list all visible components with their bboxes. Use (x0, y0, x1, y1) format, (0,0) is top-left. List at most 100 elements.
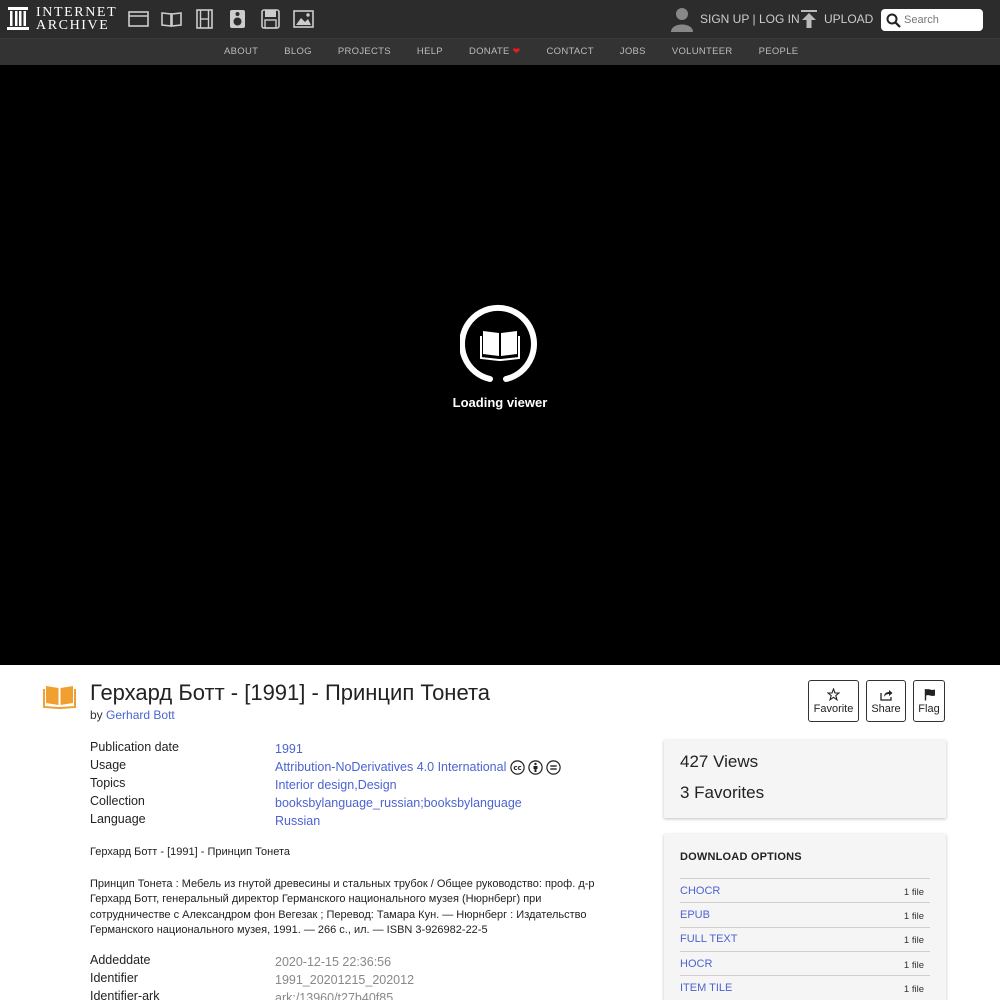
logo-line-2: ARCHIVE (36, 17, 110, 33)
images-icon[interactable] (293, 9, 314, 29)
license-link[interactable]: Attribution-NoDerivatives 4.0 Internatio… (275, 760, 506, 774)
stats-box: 427 Views 3 Favorites (664, 740, 946, 818)
item-metadata: Publication date 1991 Usage Attribution-… (90, 740, 562, 830)
upload-label: UPLOAD (824, 12, 874, 26)
share-icon (879, 689, 892, 701)
download-format-link[interactable]: FULL TEXT (680, 933, 737, 945)
download-row: CHOCR 1 file (680, 878, 930, 902)
log-in-link[interactable]: LOG IN (759, 12, 800, 26)
upload-icon (801, 10, 817, 28)
nav-contact[interactable]: CONTACT (546, 46, 593, 57)
texts-icon[interactable] (161, 9, 182, 29)
upload-button[interactable]: UPLOAD (800, 9, 873, 29)
secondary-nav: ABOUT BLOG PROJECTS HELP DONATE ❤ CONTACT… (0, 38, 1000, 65)
topic-link[interactable]: Design (358, 778, 397, 792)
texts-icon (43, 686, 76, 709)
nav-donate[interactable]: DONATE ❤ (469, 46, 521, 57)
nav-donate-label: DONATE (468, 46, 510, 57)
nav-about[interactable]: ABOUT (224, 46, 258, 57)
download-format-link[interactable]: CHOCR (680, 885, 720, 897)
description-paragraph: Принцип Тонета : Мебель из гнутой древес… (90, 877, 595, 937)
user-icon[interactable] (670, 6, 694, 32)
collection-link[interactable]: booksbylanguage_russian (275, 796, 420, 810)
item-metadata-extra: Addeddate 2020-12-15 22:36:56 Identifier… (90, 953, 414, 1000)
views-count: 427 Views (680, 752, 759, 771)
auth-separator: | (752, 12, 756, 26)
download-row: FULL TEXT 1 file (680, 926, 930, 951)
flag-icon (924, 688, 935, 700)
download-row: ITEM TILE 1 file (680, 975, 930, 999)
download-format-link[interactable]: ITEM TILE (680, 982, 732, 994)
attribution-icon (528, 759, 544, 775)
addeddate-label: Addeddate (90, 953, 151, 967)
download-format-link[interactable]: EPUB (680, 909, 710, 921)
download-file-count: 1 file (903, 886, 924, 898)
nav-projects[interactable]: PROJECTS (338, 46, 391, 57)
collection-label: Collection (90, 794, 145, 808)
metadata-row: Usage Attribution-NoDerivatives 4.0 Inte… (90, 758, 562, 776)
book-viewer[interactable]: Loading viewer (0, 65, 1000, 665)
metadata-row: Publication date 1991 (90, 740, 561, 758)
heart-icon: ❤ (512, 46, 521, 56)
nav-volunteer[interactable]: VOLUNTEER (672, 46, 733, 57)
identifier-value: 1991_20201215_202012 (275, 973, 415, 987)
flag-button[interactable]: Flag (913, 680, 945, 722)
no-derivatives-icon (546, 759, 562, 775)
share-label: Share (871, 702, 901, 715)
flag-label: Flag (918, 702, 940, 715)
usage-label: Usage (90, 758, 127, 772)
publication-date-link[interactable]: 1991 (275, 742, 303, 756)
download-options-title: DOWNLOAD OPTIONS (680, 851, 802, 863)
topic-link[interactable]: Interior design (275, 778, 354, 792)
svg-text:cc: cc (514, 764, 522, 772)
item-title: Герхард Ботт - [1991] - Принцип Тонета (90, 680, 491, 705)
nav-people[interactable]: PEOPLE (759, 46, 799, 57)
metadata-row: Identifier 1991_20201215_202012 (90, 971, 414, 989)
software-icon[interactable] (260, 9, 281, 29)
nav-blog[interactable]: BLOG (284, 46, 312, 57)
video-icon[interactable] (194, 9, 215, 29)
logo-text: INTERNET ARCHIVE (36, 4, 118, 33)
favorite-button[interactable]: Favorite (808, 680, 859, 722)
favorites-count: 3 Favorites (680, 783, 765, 802)
metadata-row: Language Russian (90, 812, 561, 830)
byline: by Gerhard Bott (90, 708, 175, 722)
cc-license-icons[interactable]: cc (510, 759, 562, 775)
sign-up-link[interactable]: SIGN UP (700, 12, 749, 26)
audio-icon[interactable] (227, 9, 248, 29)
download-list: CHOCR 1 file EPUB 1 file FULL TEXT 1 fil… (680, 878, 930, 999)
identifier-ark-value: ark:/13960/t27b40f85 (275, 991, 394, 1000)
identifier-label: Identifier (90, 971, 138, 985)
search-box[interactable] (881, 9, 983, 31)
nav-help[interactable]: HELP (417, 46, 443, 57)
internet-archive-logo[interactable]: INTERNET ARCHIVE (7, 5, 117, 32)
download-row: HOCR 1 file (680, 950, 930, 975)
download-file-count: 1 file (903, 910, 924, 922)
description-line: Герхард Ботт - [1991] - Принцип Тонета (90, 846, 291, 858)
favorite-label: Favorite (813, 702, 854, 715)
top-bar: INTERNET ARCHIVE SIGN UP | LOG IN UPLOAD… (0, 0, 1000, 38)
metadata-row: Identifier-ark ark:/13960/t27b40f85 (90, 989, 414, 1000)
search-input[interactable] (904, 14, 979, 26)
logo-line-1: INTERNET (36, 4, 118, 20)
download-file-count: 1 file (903, 959, 924, 971)
addeddate-value: 2020-12-15 22:36:56 (275, 955, 392, 969)
loading-spinner-icon (460, 304, 537, 382)
collection-link[interactable]: booksbylanguage (424, 796, 522, 810)
download-options-box: DOWNLOAD OPTIONS CHOCR 1 file EPUB 1 fil… (664, 834, 946, 1000)
share-button[interactable]: Share (866, 680, 906, 722)
download-row: EPUB 1 file (680, 902, 930, 926)
language-link[interactable]: Russian (275, 814, 320, 828)
download-file-count: 1 file (903, 935, 924, 947)
topics-label: Topics (90, 776, 126, 790)
nav-jobs[interactable]: JOBS (620, 46, 646, 57)
auth-links: SIGN UP | LOG IN (700, 12, 800, 26)
metadata-row: Addeddate 2020-12-15 22:36:56 (90, 953, 414, 971)
item-description: Герхард Ботт - [1991] - Принцип Тонета П… (90, 845, 615, 955)
web-icon[interactable] (128, 9, 149, 29)
nav-items: ABOUT BLOG PROJECTS HELP DONATE ❤ CONTACT… (224, 46, 824, 57)
download-format-link[interactable]: HOCR (680, 958, 712, 970)
search-icon (886, 13, 901, 28)
loading-viewer-text: Loading viewer (452, 395, 548, 410)
author-link[interactable]: Gerhard Bott (106, 708, 175, 722)
